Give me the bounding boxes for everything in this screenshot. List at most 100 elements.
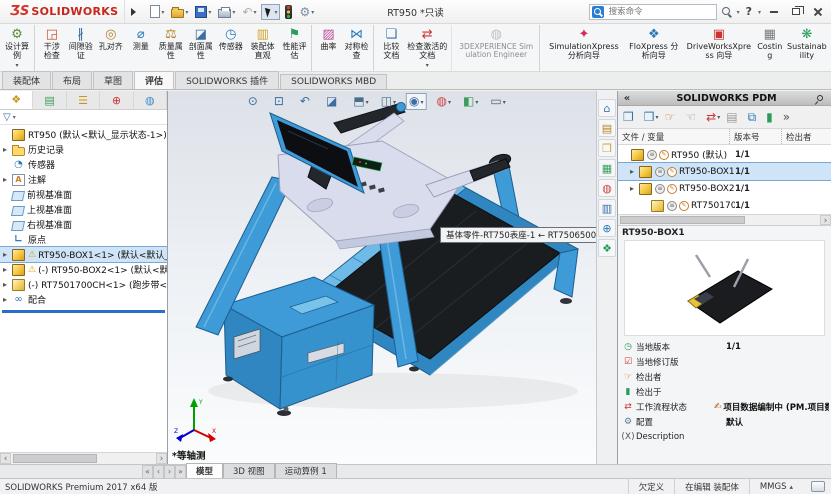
change-state-icon[interactable]: ⇄ [706,110,720,124]
ribbon-tab[interactable]: SOLIDWORKS MBD [280,74,388,89]
ribbon-tab[interactable]: 草图 [93,71,134,89]
restore-button[interactable] [787,4,805,20]
check-in-icon[interactable]: ☜ [685,110,700,124]
view-settings-icon[interactable]: ▭ [488,94,507,109]
expand-arrow-icon[interactable] [630,181,639,196]
appearances-scenes-icon[interactable]: ◍ [598,179,616,197]
ribbon-tab[interactable]: 装配体 [2,71,52,89]
open-button[interactable] [169,5,190,19]
pdm-row[interactable]: RT7501700... 1/1 [618,197,831,214]
search-input[interactable] [606,5,714,18]
tree-item[interactable]: RT950-BOX1<1> (默认<默认_ [0,246,167,263]
options-button[interactable] [297,5,316,19]
pin-icon[interactable] [815,93,825,103]
check-out-icon[interactable]: ☞ [665,110,680,124]
ribbon-button[interactable]: ⋈ 对称检查 [341,25,371,71]
tree-item[interactable]: 配合 [0,292,167,307]
solidworks-forum-icon[interactable]: ⊕ [598,219,616,237]
custom-properties-icon[interactable]: ▥ [598,199,616,217]
expand-arrow-icon[interactable] [3,292,12,307]
more-tools-icon[interactable]: » [783,110,794,124]
tree-item[interactable]: 原点 [0,232,167,247]
ribbon-button[interactable]: ❏ 比较文档 [373,25,405,71]
tab-nav-button[interactable]: ‹ [153,465,164,478]
tree-item[interactable]: RT950 (默认<默认_显示状态-1>) [0,127,167,142]
tab-nav-button[interactable]: « [142,465,153,478]
ribbon-button[interactable]: ◎ 孔对齐 [96,25,126,71]
tree-item[interactable]: 注解 [0,172,167,187]
ribbon-button[interactable]: ∦ 间隙验证 [66,25,96,71]
save-button[interactable] [193,5,213,19]
ribbon-button[interactable]: ❋ Sustainability [785,25,829,71]
ribbon-button[interactable]: ◷ 传感器 [216,25,246,71]
chevron-down-icon[interactable] [737,7,740,17]
expand-arrow-icon[interactable] [3,247,12,262]
ribbon-button[interactable]: ❖ FloXpress 分析向导 [625,25,683,71]
view-orientation-icon[interactable]: ⬒ [351,94,370,109]
configurationmanager-tab-icon[interactable]: ☰ [66,91,101,109]
solidworks-resources-icon[interactable]: ⌂ [598,99,616,117]
pdm-vault-icon[interactable]: ❖ [598,239,616,257]
ribbon-button[interactable]: ◍ 3DEXPERIENCE Simulation Engineer [451,25,537,71]
tab-nav-button[interactable]: » [175,465,186,478]
preview-icon[interactable]: ▤ [726,110,741,124]
tree-item[interactable]: 传感器 [0,157,167,172]
dimxpertmanager-tab-icon[interactable]: ⊕ [100,91,134,109]
tree-item[interactable]: 上视基准面 [0,202,167,217]
column-header-version[interactable]: 版本号 [729,129,781,144]
ribbon-button[interactable]: ▥ 装配体直观 [246,25,280,71]
toolbar-flyout-icon[interactable] [131,7,137,16]
file-explorer-icon[interactable]: ❐ [598,139,616,157]
ribbon-button[interactable]: ⚙ 设计算例 [2,25,32,71]
tree-item[interactable]: 历史记录 [0,142,167,157]
column-header-file[interactable]: 文件 / 变量 [618,129,729,144]
ribbon-tab[interactable]: SOLIDWORKS 插件 [175,71,280,89]
pdm-row[interactable]: RT950-BOX2 1/1 [618,180,831,197]
get-latest-version-icon[interactable]: ❐ [623,110,638,124]
chevron-down-icon[interactable] [758,7,761,17]
tab-nav-button[interactable]: › [164,465,175,478]
ribbon-button[interactable]: ⌀ 测量 [126,25,156,71]
document-tab[interactable]: 3D 视图 [223,463,275,478]
chevron-down-icon[interactable] [274,7,277,17]
ribbon-tab[interactable]: 评估 [134,71,175,89]
chevron-down-icon[interactable] [185,7,188,17]
select-tool-button[interactable] [261,3,281,20]
displaymanager-tab-icon[interactable]: ◍ [133,91,168,109]
document-tab[interactable]: 模型 [186,463,224,478]
ribbon-button[interactable]: ⚖ 质量属性 [156,25,186,71]
tree-item[interactable]: 前视基准面 [0,187,167,202]
view-palette-icon[interactable]: ▦ [598,159,616,177]
scrollbar-thumb[interactable] [13,454,98,463]
ribbon-button[interactable]: ⇄ 检查激活的文档 [405,25,449,71]
ribbon-tab[interactable]: 布局 [52,71,93,89]
ribbon-button[interactable]: ◲ 干涉检查 [34,25,66,71]
design-library-icon[interactable]: ▤ [598,119,616,137]
expand-arrow-icon[interactable] [3,142,12,157]
section-view-icon[interactable]: ◪ [324,94,343,109]
chevron-down-icon[interactable] [253,7,256,17]
expand-arrow-icon[interactable] [3,262,12,277]
scrollbar-thumb[interactable] [620,216,746,224]
print-button[interactable] [216,5,237,19]
collapse-panel-button[interactable]: « [618,93,636,104]
edit-appearance-icon[interactable]: ◍ [435,94,454,109]
pdm-row[interactable]: RT950 (默认) 1/1 [618,146,831,163]
scroll-right-icon[interactable] [156,453,167,464]
zoom-area-icon[interactable]: ⊡ [272,94,290,109]
previous-view-icon[interactable]: ↶ [298,94,316,109]
tree-item[interactable]: 右视基准面 [0,217,167,232]
hide-show-items-icon[interactable]: ◉ [406,93,427,110]
tag-icon[interactable] [811,481,825,492]
new-document-button[interactable] [148,4,166,19]
ribbon-button[interactable]: ▨ 曲率 [311,25,341,71]
minimize-button[interactable] [765,4,783,20]
ribbon-button[interactable]: ▣ DriveWorksXpress 向导 [683,25,755,71]
pdm-row[interactable]: RT950-BOX1 1/1 [618,162,831,181]
rebuild-button[interactable] [283,4,294,20]
column-header-checkedout[interactable]: 检出者 [781,129,831,144]
help-button[interactable]: ? [744,5,754,18]
ribbon-button[interactable]: ⚑ 性能评估 [279,25,309,71]
chevron-down-icon[interactable] [161,7,164,17]
zoom-fit-icon[interactable]: ⊙ [246,94,264,109]
